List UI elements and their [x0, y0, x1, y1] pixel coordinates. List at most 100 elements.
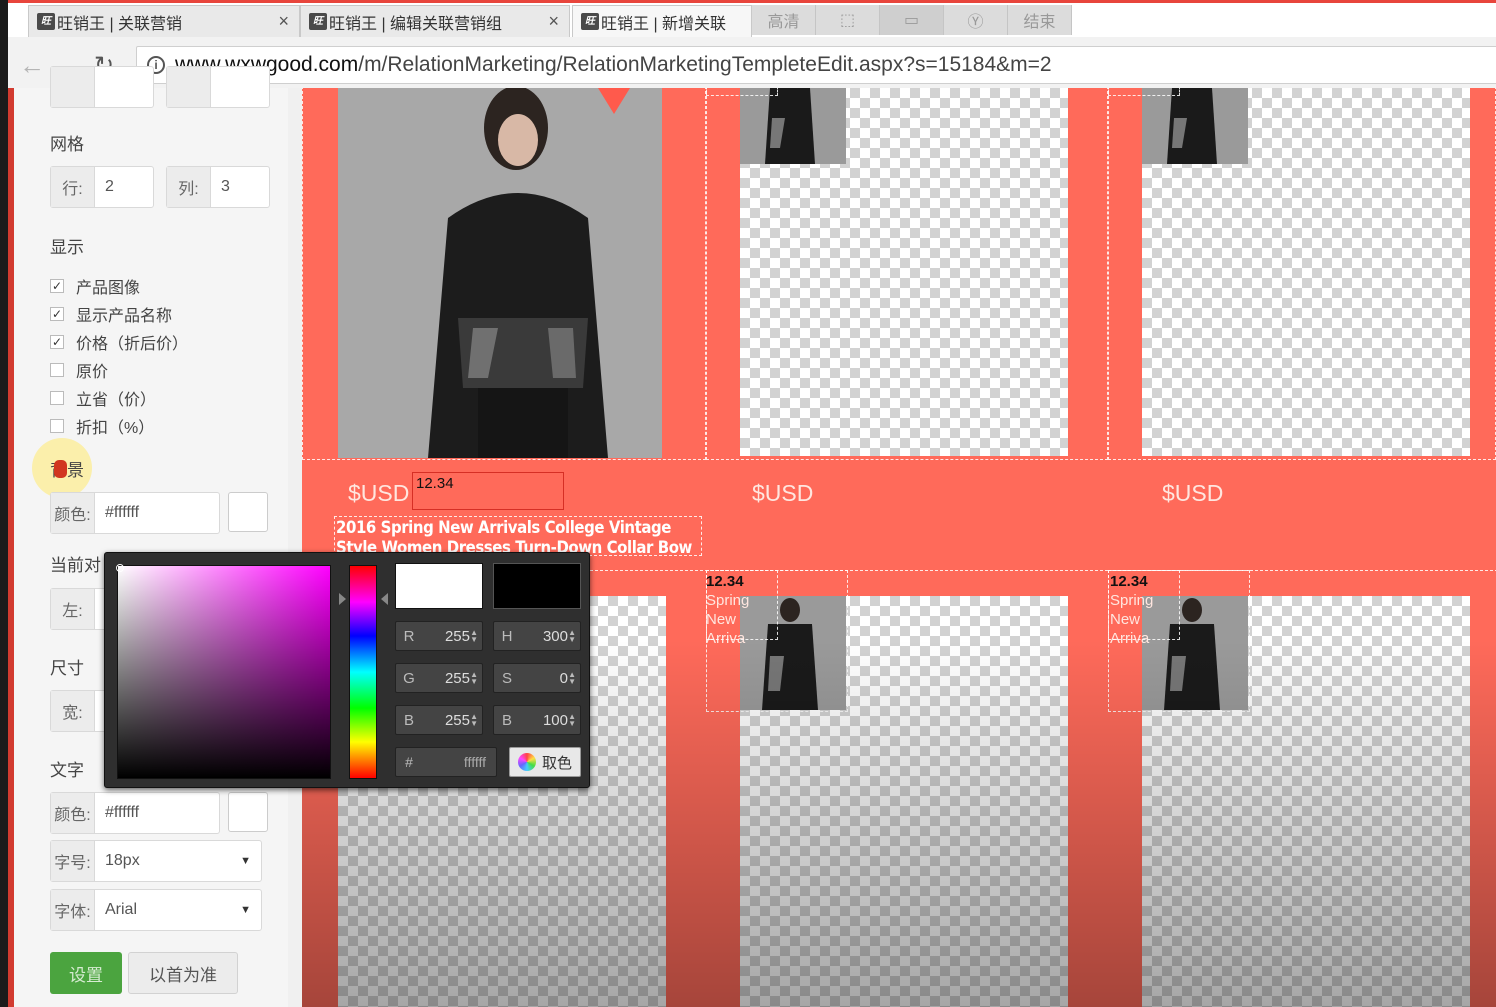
checkbox-empty-icon[interactable] [50, 419, 64, 433]
text-color-value: #ffffff [105, 804, 140, 821]
saturation-value-area[interactable] [116, 564, 331, 779]
recorder-window-button[interactable]: ▭ [880, 5, 944, 35]
mouse-cursor-icon [54, 460, 67, 478]
apply-first-button[interactable]: 以首为准 [128, 952, 238, 994]
color-picker-popup: R 255 ▲ ▼ H 300 ▲ ▼ G 255 ▲ ▼ S0 ▲ ▼ B 255 ▲ ▼ B1… [104, 552, 590, 788]
app-favicon-icon: 旺 [581, 13, 599, 30]
checkbox-product-name[interactable]: ✓ 显示产品名称 [50, 302, 172, 326]
cols-input[interactable]: 列: 3 [166, 166, 270, 208]
checkbox-label: 立省（价） [76, 392, 157, 409]
recorder-logo-button[interactable]: Ⓨ [944, 5, 1008, 35]
url-input[interactable]: i www.wxwgood.com /m/RelationMarketing/R… [136, 46, 1496, 84]
text-section-title: 文字 [50, 761, 84, 780]
font-size-value: 18px [105, 852, 140, 869]
checkbox-label: 价格（折后价） [76, 336, 189, 353]
tab-edit-relation-group[interactable]: 旺 旺销王 | 编辑关联营销组 × [300, 5, 570, 37]
rows-value: 2 [105, 178, 114, 195]
spinner-icon[interactable]: ▲ ▼ [470, 671, 478, 686]
cut-off-field[interactable] [166, 66, 270, 108]
close-icon[interactable]: × [270, 11, 289, 32]
set-button[interactable]: 设置 [50, 952, 122, 994]
eyedropper-button[interactable]: 取色 [509, 747, 581, 777]
spinner-icon[interactable]: ▲ ▼ [568, 629, 576, 644]
close-icon[interactable]: × [540, 11, 559, 32]
cols-value: 3 [221, 178, 230, 195]
font-family-value: Arial [105, 901, 138, 918]
font-size-select[interactable]: 字号: 18px ▼ [50, 840, 262, 882]
checkbox-empty-icon[interactable] [50, 363, 64, 377]
rows-label: 行: [51, 167, 95, 207]
checkbox-save-amount[interactable]: 立省（价） [50, 386, 156, 410]
spinner-icon[interactable]: ▲ ▼ [568, 671, 576, 686]
currency-label: $USD [752, 480, 814, 506]
template-preview[interactable]: $USD 12.34 $USD $USD 2016 Spring New Arr… [302, 88, 1496, 1007]
tab-title: 旺销王 | 关联营销 [57, 15, 183, 33]
spinner-icon[interactable]: ▲ ▼ [470, 713, 478, 728]
text-color-label: 颜色: [51, 793, 95, 833]
green-input[interactable]: G 255 ▲ ▼ [395, 663, 483, 693]
tab-title: 旺销王 | 新增关联 [601, 15, 727, 33]
grid-section-title: 网格 [50, 135, 84, 154]
saturation-input[interactable]: S0 ▲ ▼ [493, 663, 581, 693]
currency-label: $USD [348, 480, 410, 506]
settings-panel: 网格 行: 2 列: 3 显示 ✓ 产品图像 ✓ 显示产品名称 ✓ 价格（折后价… [8, 66, 288, 1007]
font-family-select[interactable]: 字体: Arial ▼ [50, 889, 262, 931]
url-path: /m/RelationMarketing/RelationMarketingTe… [358, 53, 1052, 76]
recorder-region-button[interactable]: ⬚ [816, 5, 880, 35]
brightness-input[interactable]: B 100 ▲ ▼ [493, 705, 581, 735]
app-favicon-icon: 旺 [37, 13, 55, 30]
font-size-label: 字号: [51, 841, 95, 881]
size-section-title: 尺寸 [50, 659, 84, 678]
cell-outline [1108, 88, 1496, 460]
hue-slider[interactable] [349, 565, 377, 779]
spinner-icon[interactable]: ▲ ▼ [470, 629, 478, 644]
bg-color-label: 颜色: [51, 493, 95, 533]
hex-input[interactable]: # ffffff [395, 747, 497, 777]
hue-pointer-right-icon [381, 593, 388, 605]
background-color-input[interactable]: 颜色: #ffffff [50, 492, 220, 534]
tab-relation-marketing[interactable]: 旺 旺销王 | 关联营销 × [28, 5, 300, 37]
checkbox-label: 产品图像 [76, 280, 141, 297]
back-arrow-icon[interactable]: ← [14, 50, 50, 81]
current-object-section-title: 当前对 [50, 556, 101, 575]
width-label: 宽: [51, 691, 95, 731]
tab-title: 旺销王 | 编辑关联营销组 [329, 15, 503, 33]
tab-new-relation[interactable]: 旺 旺销王 | 新增关联 [572, 5, 752, 37]
checkbox-discount[interactable]: 折扣（%） [50, 414, 154, 438]
checkbox-checked-icon[interactable]: ✓ [50, 335, 64, 349]
picker-handle-icon[interactable] [116, 564, 124, 572]
blue-input[interactable]: B 255 ▲ ▼ [395, 705, 483, 735]
checkbox-label: 原价 [76, 364, 109, 381]
hue-input[interactable]: H 300 ▲ ▼ [493, 621, 581, 651]
app-favicon-icon: 旺 [309, 13, 327, 30]
checkbox-empty-icon[interactable] [50, 391, 64, 405]
cols-label: 列: [167, 167, 211, 207]
cell-outline [302, 88, 706, 460]
checkbox-product-image[interactable]: ✓ 产品图像 [50, 274, 140, 298]
checkbox-checked-icon[interactable]: ✓ [50, 307, 64, 321]
spinner-icon[interactable]: ▲ ▼ [568, 713, 576, 728]
font-family-label: 字体: [51, 890, 95, 930]
bg-color-value: #ffffff [105, 504, 140, 521]
dropdown-arrow-icon: ▼ [240, 904, 251, 916]
red-input[interactable]: R 255 ▲ ▼ [395, 621, 483, 651]
cut-off-field[interactable] [50, 66, 154, 108]
text-color-swatch[interactable] [228, 792, 268, 832]
background-color-swatch[interactable] [228, 492, 268, 532]
new-color-preview [395, 563, 483, 609]
color-wheel-icon [517, 753, 536, 771]
currency-label: $USD [1162, 480, 1224, 506]
checkbox-label: 折扣（%） [76, 420, 155, 437]
price-field[interactable]: 12.34 [412, 472, 564, 510]
current-color-preview[interactable] [493, 563, 581, 609]
dropdown-arrow-icon: ▼ [240, 855, 251, 867]
display-section-title: 显示 [50, 238, 84, 257]
checkbox-price[interactable]: ✓ 价格（折后价） [50, 330, 188, 354]
text-color-input[interactable]: 颜色: #ffffff [50, 792, 220, 834]
recorder-stop-button[interactable]: 结束 [1008, 5, 1072, 35]
recorder-hd-button[interactable]: 高清 [752, 5, 816, 35]
checkbox-original-price[interactable]: 原价 [50, 358, 108, 382]
checkbox-checked-icon[interactable]: ✓ [50, 279, 64, 293]
rows-input[interactable]: 行: 2 [50, 166, 154, 208]
cell-outline [706, 88, 1108, 460]
